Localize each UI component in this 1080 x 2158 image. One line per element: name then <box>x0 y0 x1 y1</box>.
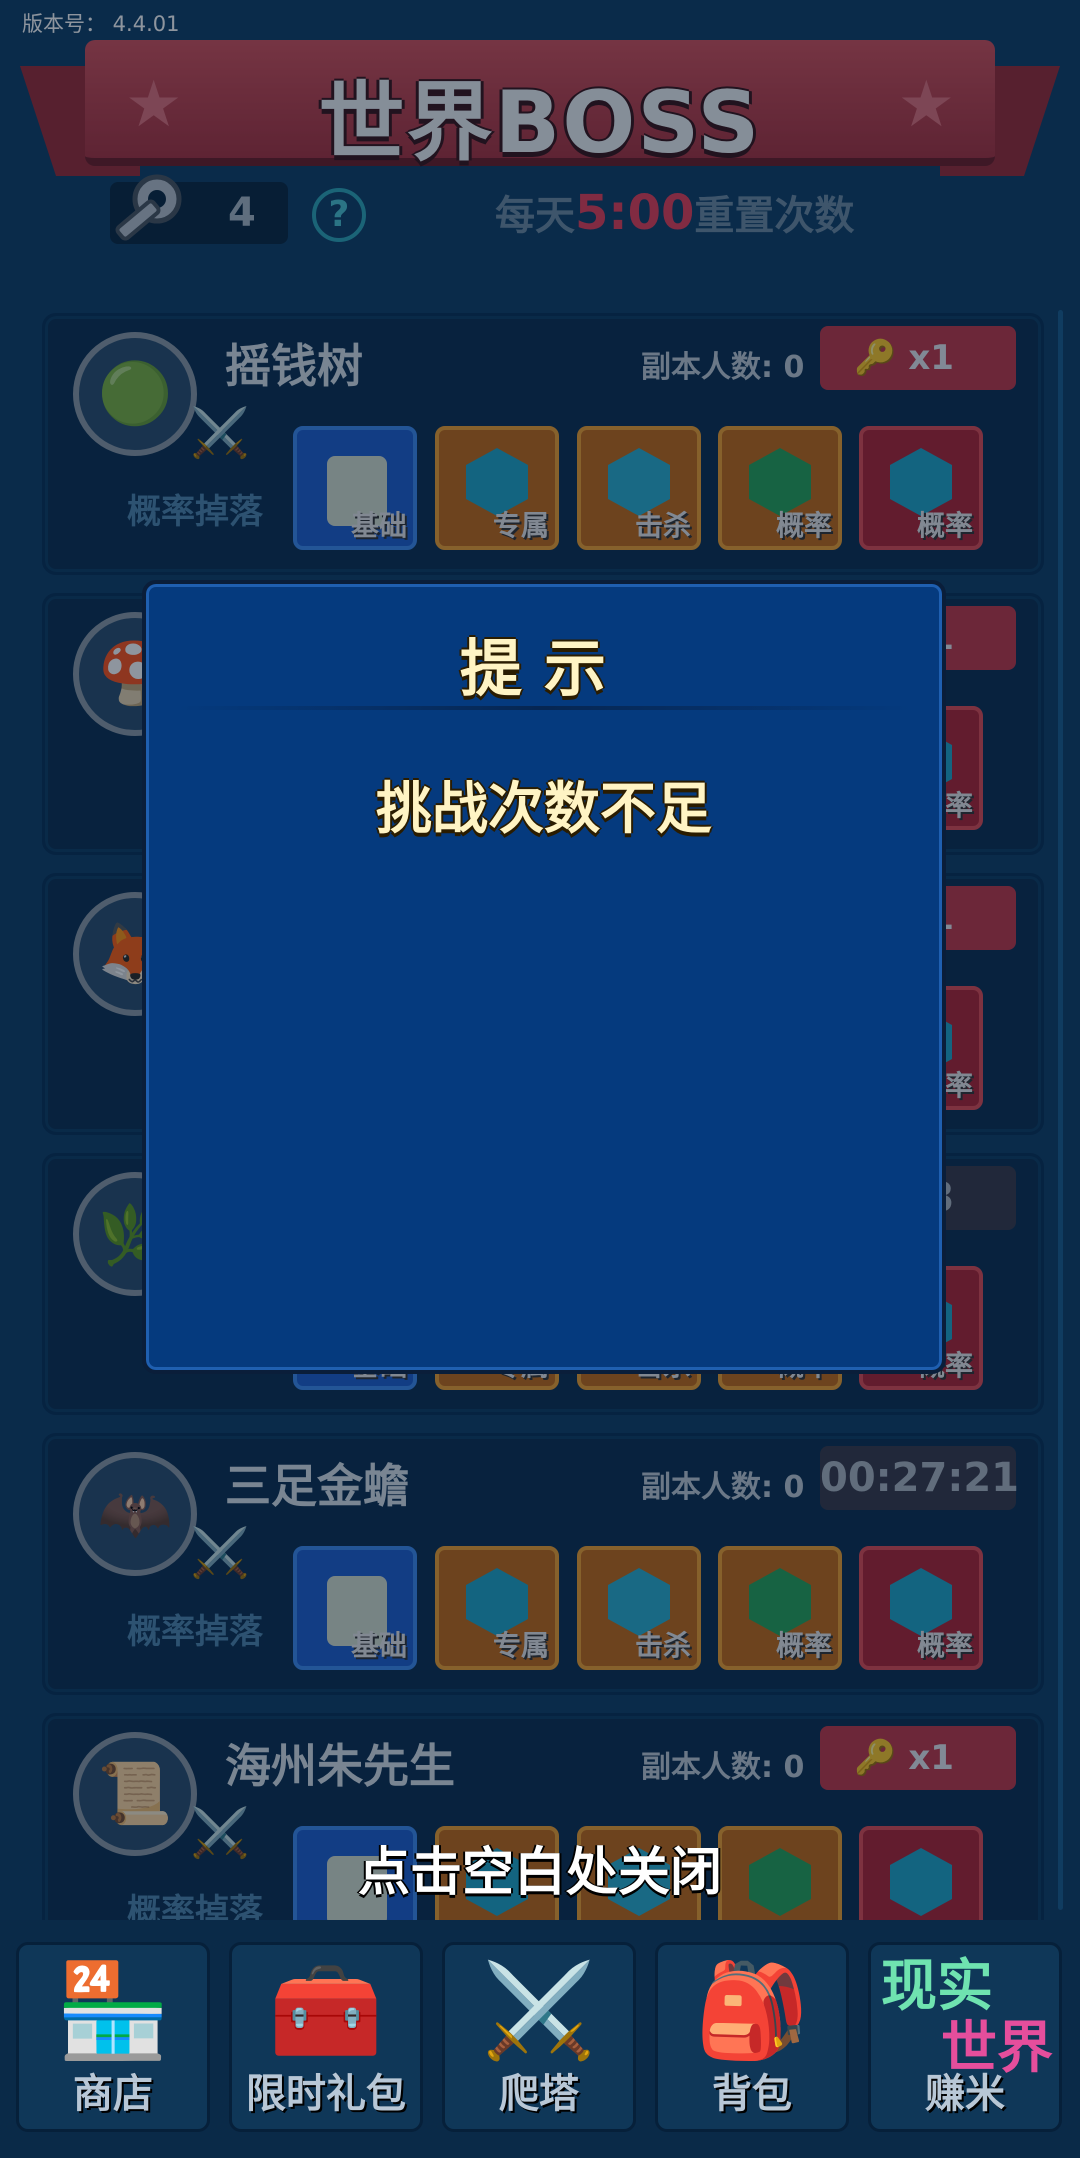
nav-label: 爬塔 <box>499 2071 579 2117</box>
treasure-chest-icon: 🧰 <box>268 1957 384 2064</box>
real-world-logo-top: 现实 <box>881 1954 993 2019</box>
nav-shop[interactable]: 🏪 商店 <box>16 1942 210 2132</box>
nav-label: 背包 <box>712 2071 792 2117</box>
crossed-swords-icon: ⚔️ <box>481 1957 597 2064</box>
nav-label: 赚米 <box>925 2071 1005 2117</box>
nav-earn[interactable]: 现实 世界 赚米 <box>868 1942 1062 2132</box>
bottom-nav: 🏪 商店 🧰 限时礼包 ⚔️ 爬塔 🎒 背包 现实 世界 赚米 <box>0 1920 1080 2158</box>
nav-limited-pack[interactable]: 🧰 限时礼包 <box>229 1942 423 2132</box>
dialog-message: 挑战次数不足 <box>376 777 712 842</box>
nav-label: 限时礼包 <box>246 2071 406 2117</box>
nav-backpack[interactable]: 🎒 背包 <box>655 1942 849 2132</box>
shop-icon: 🏪 <box>55 1957 171 2064</box>
dialog-title: 提示 <box>459 632 628 705</box>
nav-tower[interactable]: ⚔️ 爬塔 <box>442 1942 636 2132</box>
backpack-icon: 🎒 <box>694 1957 810 2064</box>
nav-label: 商店 <box>73 2071 153 2117</box>
close-hint[interactable]: 点击空白处关闭 <box>0 1830 1080 1905</box>
alert-dialog: 提示 挑战次数不足 <box>142 580 946 1374</box>
dialog-divider <box>176 706 912 710</box>
